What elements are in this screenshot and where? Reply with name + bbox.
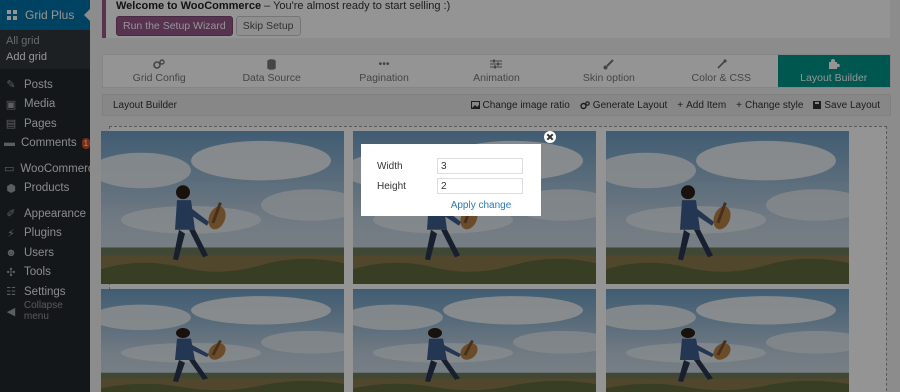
item-size-dialog: Width Height Apply change — [361, 144, 541, 216]
close-icon[interactable] — [544, 131, 556, 143]
height-field[interactable] — [437, 178, 523, 194]
height-label: Height — [377, 180, 406, 192]
width-field[interactable] — [437, 158, 523, 174]
apply-change-link[interactable]: Apply change — [377, 200, 523, 211]
width-label: Width — [377, 160, 403, 172]
